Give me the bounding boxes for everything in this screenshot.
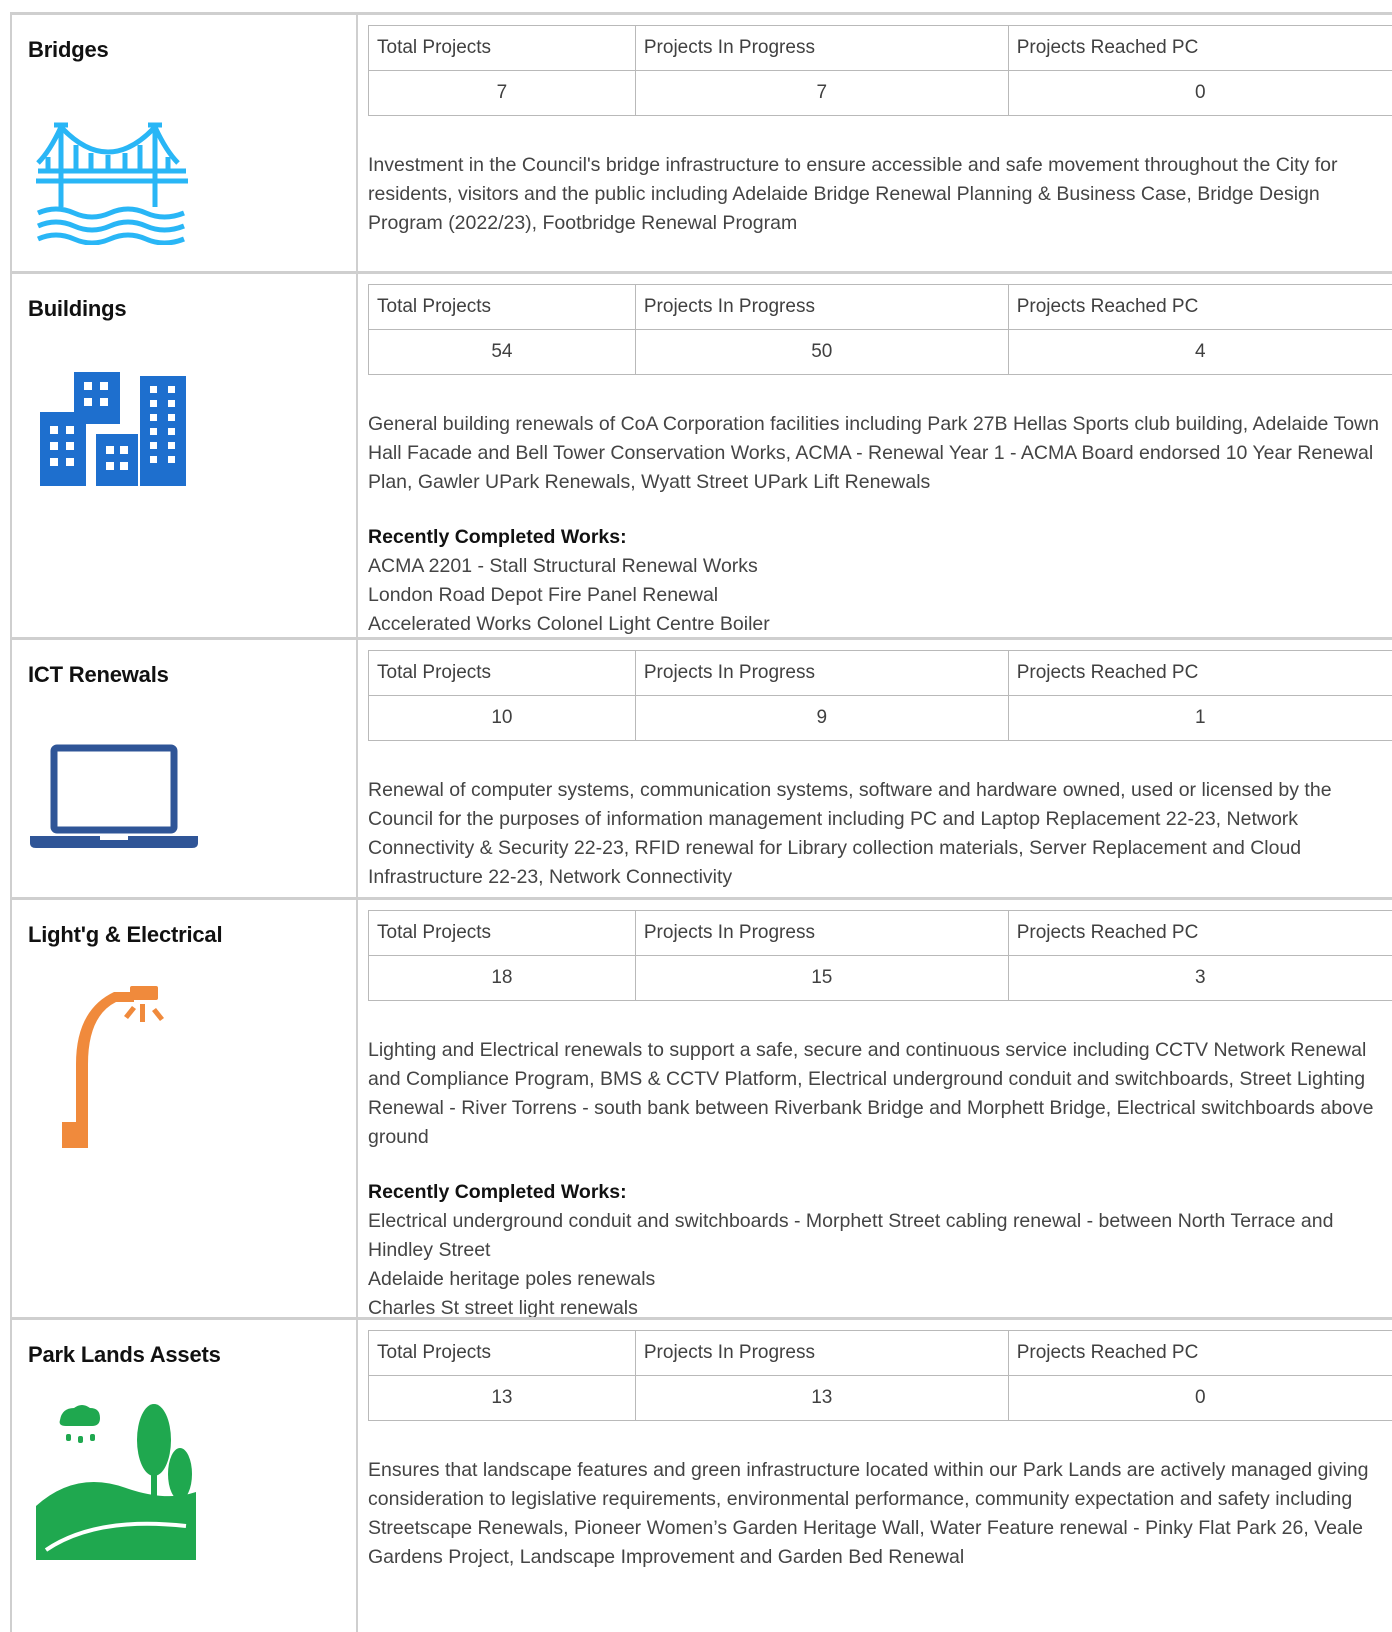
recently-completed-heading: Recently Completed Works:: [368, 526, 627, 548]
category-description: Investment in the Council's bridge infra…: [368, 154, 1338, 234]
category-title: Park Lands Assets: [28, 1342, 221, 1367]
value-projects-reached-pc: 3: [1007, 955, 1392, 1001]
header-projects-in-progress: Projects In Progress: [634, 284, 1009, 330]
value-projects-in-progress: 7: [634, 70, 1009, 116]
header-projects-in-progress: Projects In Progress: [634, 25, 1009, 71]
header-total-projects: Total Projects: [368, 1330, 636, 1376]
category-details: Total Projects Projects In Progress Proj…: [368, 640, 1392, 897]
category-description: Renewal of computer systems, communicati…: [368, 779, 1332, 888]
stats-value-row: 18 15 3: [368, 955, 1392, 1001]
street-light-icon: [62, 986, 164, 1148]
value-projects-in-progress: 9: [634, 695, 1009, 741]
category-row-ict-renewals: ICT Renewals Total Projects Projects In …: [10, 637, 1392, 897]
header-total-projects: Total Projects: [368, 910, 636, 956]
category-row-lighting-electrical: Light'g & Electrical Total Projects Proj…: [10, 897, 1392, 1319]
category-description: Ensures that landscape features and gree…: [368, 1459, 1369, 1568]
category-details: Total Projects Projects In Progress Proj…: [368, 15, 1392, 271]
category-title: Light'g & Electrical: [28, 922, 223, 947]
category-cell: Bridges: [10, 15, 358, 271]
value-projects-in-progress: 15: [634, 955, 1009, 1001]
value-projects-reached-pc: 0: [1007, 1375, 1392, 1421]
value-total-projects: 10: [368, 695, 636, 741]
value-projects-in-progress: 13: [634, 1375, 1009, 1421]
value-projects-reached-pc: 4: [1007, 329, 1392, 375]
value-total-projects: 13: [368, 1375, 636, 1421]
stats-header-row: Total Projects Projects In Progress Proj…: [368, 284, 1392, 330]
value-total-projects: 54: [368, 329, 636, 375]
stats-table: Total Projects Projects In Progress Proj…: [368, 284, 1392, 375]
category-description-block: General building renewals of CoA Corpora…: [368, 410, 1386, 639]
category-description: Lighting and Electrical renewals to supp…: [368, 1039, 1374, 1148]
stats-value-row: 54 50 4: [368, 329, 1392, 375]
category-title: Buildings: [28, 296, 127, 321]
header-projects-in-progress: Projects In Progress: [634, 1330, 1009, 1376]
category-cell: Buildings: [10, 274, 358, 637]
category-title: Bridges: [28, 37, 109, 62]
stats-header-row: Total Projects Projects In Progress Proj…: [368, 25, 1392, 71]
category-row-buildings: Buildings Total Projects Projects In Pro…: [10, 271, 1392, 637]
completed-work-item: Accelerated Works Colonel Light Centre B…: [368, 613, 770, 635]
completed-work-item: ACMA 2201 - Stall Structural Renewal Wor…: [368, 555, 758, 577]
value-projects-reached-pc: 1: [1007, 695, 1392, 741]
category-cell: ICT Renewals: [10, 640, 358, 897]
park-icon: [36, 1404, 196, 1560]
category-description-block: Renewal of computer systems, communicati…: [368, 776, 1386, 892]
header-projects-in-progress: Projects In Progress: [634, 910, 1009, 956]
header-total-projects: Total Projects: [368, 25, 636, 71]
category-details: Total Projects Projects In Progress Proj…: [368, 274, 1392, 637]
bridge-icon: [36, 122, 188, 245]
category-cell: Light'g & Electrical: [10, 900, 358, 1317]
header-projects-reached-pc: Projects Reached PC: [1007, 25, 1392, 71]
completed-work-item: Electrical underground conduit and switc…: [368, 1210, 1334, 1261]
category-title: ICT Renewals: [28, 662, 169, 687]
value-projects-reached-pc: 0: [1007, 70, 1392, 116]
header-projects-reached-pc: Projects Reached PC: [1007, 910, 1392, 956]
stats-header-row: Total Projects Projects In Progress Proj…: [368, 1330, 1392, 1376]
category-details: Total Projects Projects In Progress Proj…: [368, 900, 1392, 1319]
laptop-icon: [30, 744, 198, 848]
category-description-block: Investment in the Council's bridge infra…: [368, 151, 1386, 238]
stats-value-row: 10 9 1: [368, 695, 1392, 741]
category-description: General building renewals of CoA Corpora…: [368, 413, 1379, 493]
stats-table: Total Projects Projects In Progress Proj…: [368, 910, 1392, 1001]
header-projects-in-progress: Projects In Progress: [634, 650, 1009, 696]
header-projects-reached-pc: Projects Reached PC: [1007, 650, 1392, 696]
header-projects-reached-pc: Projects Reached PC: [1007, 1330, 1392, 1376]
stats-table: Total Projects Projects In Progress Proj…: [368, 25, 1392, 116]
category-cell: Park Lands Assets: [10, 1320, 358, 1632]
recently-completed-heading: Recently Completed Works:: [368, 1181, 627, 1203]
completed-work-item: London Road Depot Fire Panel Renewal: [368, 584, 719, 606]
stats-table: Total Projects Projects In Progress Proj…: [368, 1330, 1392, 1421]
value-total-projects: 7: [368, 70, 636, 116]
value-projects-in-progress: 50: [634, 329, 1009, 375]
completed-work-item: Adelaide heritage poles renewals: [368, 1268, 656, 1290]
stats-header-row: Total Projects Projects In Progress Proj…: [368, 650, 1392, 696]
stats-table: Total Projects Projects In Progress Proj…: [368, 650, 1392, 741]
buildings-icon: [40, 372, 186, 486]
stats-value-row: 13 13 0: [368, 1375, 1392, 1421]
stats-header-row: Total Projects Projects In Progress Proj…: [368, 910, 1392, 956]
category-row-park-lands-assets: Park Lands Assets Total Projects Project…: [10, 1317, 1392, 1632]
value-total-projects: 18: [368, 955, 636, 1001]
category-row-bridges: Bridges Total Projects Projects In Progr…: [10, 12, 1392, 271]
category-description-block: Lighting and Electrical renewals to supp…: [368, 1036, 1386, 1323]
stats-value-row: 7 7 0: [368, 70, 1392, 116]
header-total-projects: Total Projects: [368, 284, 636, 330]
category-details: Total Projects Projects In Progress Proj…: [368, 1320, 1392, 1632]
category-description-block: Ensures that landscape features and gree…: [368, 1456, 1386, 1572]
header-projects-reached-pc: Projects Reached PC: [1007, 284, 1392, 330]
header-total-projects: Total Projects: [368, 650, 636, 696]
